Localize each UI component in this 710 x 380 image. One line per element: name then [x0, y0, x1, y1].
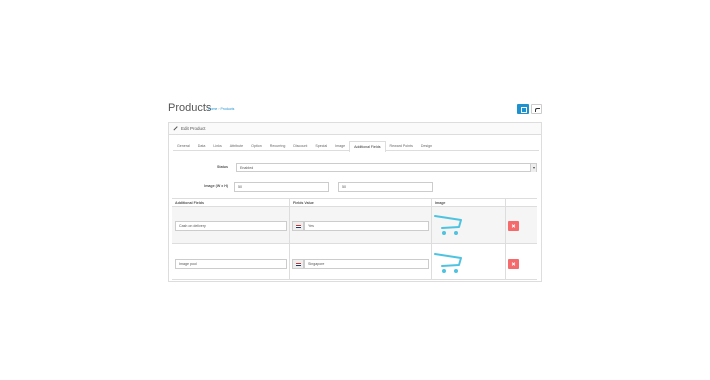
- additional-field-input[interactable]: Image pool: [175, 259, 287, 269]
- field-value-input[interactable]: Yes: [304, 221, 429, 231]
- shopping-cart-icon[interactable]: [434, 211, 466, 237]
- status-select-value: Enabled: [240, 166, 254, 170]
- image-size-label: Image (W x H): [204, 184, 228, 188]
- tab-additional-fields[interactable]: Additional Fields: [349, 141, 386, 152]
- save-button[interactable]: [517, 104, 529, 114]
- tab-design[interactable]: Design: [417, 141, 436, 151]
- panel-title: Edit Product: [181, 126, 206, 131]
- tab-discount[interactable]: Discount: [289, 141, 311, 151]
- tab-reward-points[interactable]: Reward Points: [386, 141, 417, 151]
- remove-row-button[interactable]: [508, 259, 519, 269]
- additional-field-input[interactable]: Cash on delivery: [175, 221, 287, 231]
- back-button[interactable]: [531, 104, 542, 114]
- breadcrumb-products[interactable]: Products: [221, 107, 235, 111]
- product-tabs: General Data Links Attribute Option Recu…: [173, 141, 539, 152]
- breadcrumb-home[interactable]: Home: [208, 107, 217, 111]
- table-header: Additional Fields Fields Value Image: [172, 198, 537, 208]
- image-height-input[interactable]: 50: [338, 182, 433, 192]
- status-select[interactable]: Enabled: [236, 163, 537, 172]
- tab-general[interactable]: General: [173, 141, 194, 151]
- tab-recurring[interactable]: Recurring: [266, 141, 290, 151]
- pencil-icon: [173, 126, 178, 131]
- tab-image[interactable]: Image: [331, 141, 349, 151]
- shopping-cart-icon[interactable]: [434, 249, 466, 275]
- chevron-down-icon: [530, 164, 536, 172]
- breadcrumb-separator: ›: [218, 107, 220, 111]
- tab-special[interactable]: Special: [311, 141, 331, 151]
- tab-data[interactable]: Data: [194, 141, 210, 151]
- remove-row-button[interactable]: [508, 221, 519, 231]
- field-value-input[interactable]: Singapore: [304, 259, 429, 269]
- tab-links[interactable]: Links: [209, 141, 225, 151]
- tab-attribute[interactable]: Attribute: [226, 141, 247, 151]
- tab-option[interactable]: Option: [247, 141, 266, 151]
- panel-heading: Edit Product: [169, 123, 541, 135]
- flag-icon: [292, 221, 304, 231]
- breadcrumb: Home›Products: [208, 107, 234, 111]
- image-width-input[interactable]: 50: [234, 182, 329, 192]
- page-title: Products: [168, 102, 212, 114]
- status-label: Status: [217, 165, 228, 169]
- flag-icon: [292, 259, 304, 269]
